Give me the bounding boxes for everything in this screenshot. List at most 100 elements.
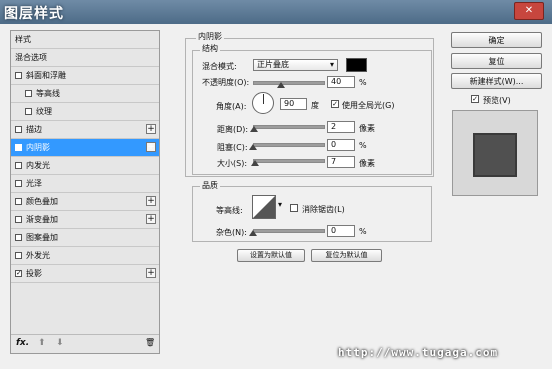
sidebar-item[interactable]: 纹理 (11, 103, 159, 121)
add-effect-icon[interactable]: + (146, 214, 156, 224)
shadow-color-swatch[interactable] (346, 58, 367, 72)
size-slider-track[interactable] (253, 159, 325, 163)
sidebar-item-checkbox[interactable]: ✓ (15, 144, 22, 151)
opacity-slider-thumb[interactable] (277, 82, 285, 88)
watermark: http://www.tugaga.com (338, 346, 499, 359)
move-up-icon[interactable]: ⬆ (38, 338, 46, 348)
sidebar-item[interactable]: 渐变叠加 + (11, 211, 159, 229)
sidebar-item[interactable]: 光泽 (11, 175, 159, 193)
new-style-button[interactable]: 新建样式(W)... (451, 73, 542, 89)
sidebar-item-label: 外发光 (26, 251, 50, 260)
distance-slider-thumb[interactable] (250, 126, 259, 132)
distance-input[interactable]: 2 (327, 121, 355, 133)
opacity-label: 不透明度(O): (202, 78, 250, 87)
layer-style-dialog: 图层样式 ✕ 样式混合选项斜面和浮雕等高线纹理描边 + ✓ 内阴影 + 内发光光泽颜色叠加… (0, 0, 552, 369)
contour-curve-icon (253, 196, 275, 218)
distance-label: 距离(D): (217, 125, 249, 134)
add-effect-icon[interactable]: + (146, 268, 156, 278)
sidebar-item[interactable]: 图案叠加 (11, 229, 159, 247)
choke-input[interactable]: 0 (327, 139, 355, 151)
sidebar-item-label: 投影 (26, 269, 42, 278)
preview-label: 预览(V) (483, 96, 511, 105)
add-effect-icon[interactable]: + (146, 142, 156, 152)
size-input[interactable]: 7 (327, 156, 355, 168)
opacity-input[interactable]: 40 (327, 76, 355, 88)
contour-dropdown-icon[interactable]: ▾ (278, 200, 282, 209)
structure-title: 结构 (200, 43, 220, 54)
add-effect-icon[interactable]: + (146, 124, 156, 134)
angle-dial[interactable] (252, 92, 274, 114)
preview-swatch (473, 133, 517, 177)
sidebar-item-label: 图案叠加 (26, 233, 58, 242)
sidebar-item-checkbox[interactable] (15, 198, 22, 205)
ok-button[interactable]: 确定 (451, 32, 542, 48)
contour-label: 等高线: (216, 206, 243, 215)
sidebar-item[interactable]: 内发光 (11, 157, 159, 175)
blend-mode-value: 正片叠底 (257, 60, 289, 69)
fx-icon[interactable]: fx. (16, 338, 29, 348)
sidebar-item-checkbox[interactable] (15, 216, 22, 223)
window-title: 图层样式 (4, 6, 64, 22)
noise-unit: % (359, 227, 367, 236)
size-slider-thumb[interactable] (251, 160, 260, 166)
sidebar-item-label: 样式 (15, 35, 31, 44)
sidebar-item[interactable]: 描边 + (11, 121, 159, 139)
blend-mode-label: 混合模式: (202, 62, 237, 71)
sidebar-item-checkbox[interactable]: ✓ (15, 270, 22, 277)
choke-unit: % (359, 141, 367, 150)
preview-checkbox[interactable]: ✓ (471, 95, 479, 103)
reset-button[interactable]: 复位 (451, 53, 542, 69)
sidebar-item-label: 描边 (26, 125, 42, 134)
add-effect-icon[interactable]: + (146, 196, 156, 206)
sidebar-item[interactable]: ✓ 内阴影 + (11, 139, 159, 157)
size-value: 7 (331, 157, 337, 166)
sidebar-item-label: 内阴影 (26, 143, 50, 152)
sidebar-item-checkbox[interactable] (25, 90, 32, 97)
global-light-checkbox[interactable]: ✓ (331, 100, 339, 108)
sidebar-item-checkbox[interactable] (15, 126, 22, 133)
style-preview (452, 110, 538, 196)
sidebar-item-label: 等高线 (36, 89, 60, 98)
distance-slider-track[interactable] (253, 125, 325, 129)
angle-input[interactable]: 90 (280, 98, 307, 110)
sidebar-item-label: 内发光 (26, 161, 50, 170)
sidebar-item[interactable]: 混合选项 (11, 49, 159, 67)
size-label: 大小(S): (217, 159, 248, 168)
noise-input[interactable]: 0 (327, 225, 355, 237)
sidebar-item-checkbox[interactable] (15, 72, 22, 79)
angle-value: 90 (284, 99, 295, 108)
contour-preview[interactable] (252, 195, 276, 219)
sidebar-item-label: 斜面和浮雕 (26, 71, 66, 80)
angle-unit: 度 (311, 101, 319, 110)
trash-icon[interactable]: 🗑 (145, 338, 155, 347)
choke-slider-track[interactable] (253, 143, 325, 147)
sidebar-item[interactable]: 颜色叠加 + (11, 193, 159, 211)
choke-label: 阻塞(C): (217, 143, 248, 152)
close-button[interactable]: ✕ (514, 2, 544, 20)
set-default-button[interactable]: 设置为默认值 (237, 249, 305, 262)
blend-mode-select[interactable]: 正片叠底 ▾ (253, 59, 338, 71)
opacity-slider-track[interactable] (253, 81, 325, 85)
sidebar-item-label: 颜色叠加 (26, 197, 58, 206)
sidebar-item-checkbox[interactable] (15, 180, 22, 187)
noise-slider-thumb[interactable] (249, 230, 257, 236)
styles-sidebar: 样式 混合选项 斜面和浮雕 等高线 纹理 描边 + ✓ 内阴影 + 内发光 光泽 颜色叠加 + 渐变叠加 + 图… (10, 30, 160, 354)
angle-label: 角度(A): (216, 102, 247, 111)
choke-slider-thumb[interactable] (249, 144, 257, 150)
move-down-icon[interactable]: ⬇ (56, 338, 64, 348)
noise-slider-track[interactable] (253, 229, 325, 233)
sidebar-item-checkbox[interactable] (15, 234, 22, 241)
sidebar-item-checkbox[interactable] (25, 108, 32, 115)
distance-value: 2 (331, 122, 337, 131)
sidebar-item-checkbox[interactable] (15, 252, 22, 259)
sidebar-item[interactable]: 等高线 (11, 85, 159, 103)
antialias-checkbox[interactable] (290, 204, 298, 212)
sidebar-item[interactable]: 斜面和浮雕 (11, 67, 159, 85)
noise-label: 杂色(N): (216, 228, 247, 237)
sidebar-item[interactable]: 外发光 (11, 247, 159, 265)
sidebar-item-checkbox[interactable] (15, 162, 22, 169)
sidebar-item-label: 光泽 (26, 179, 42, 188)
reset-default-button[interactable]: 复位为默认值 (311, 249, 382, 262)
sidebar-item[interactable]: 样式 (11, 31, 159, 49)
sidebar-item[interactable]: ✓ 投影 + (11, 265, 159, 283)
